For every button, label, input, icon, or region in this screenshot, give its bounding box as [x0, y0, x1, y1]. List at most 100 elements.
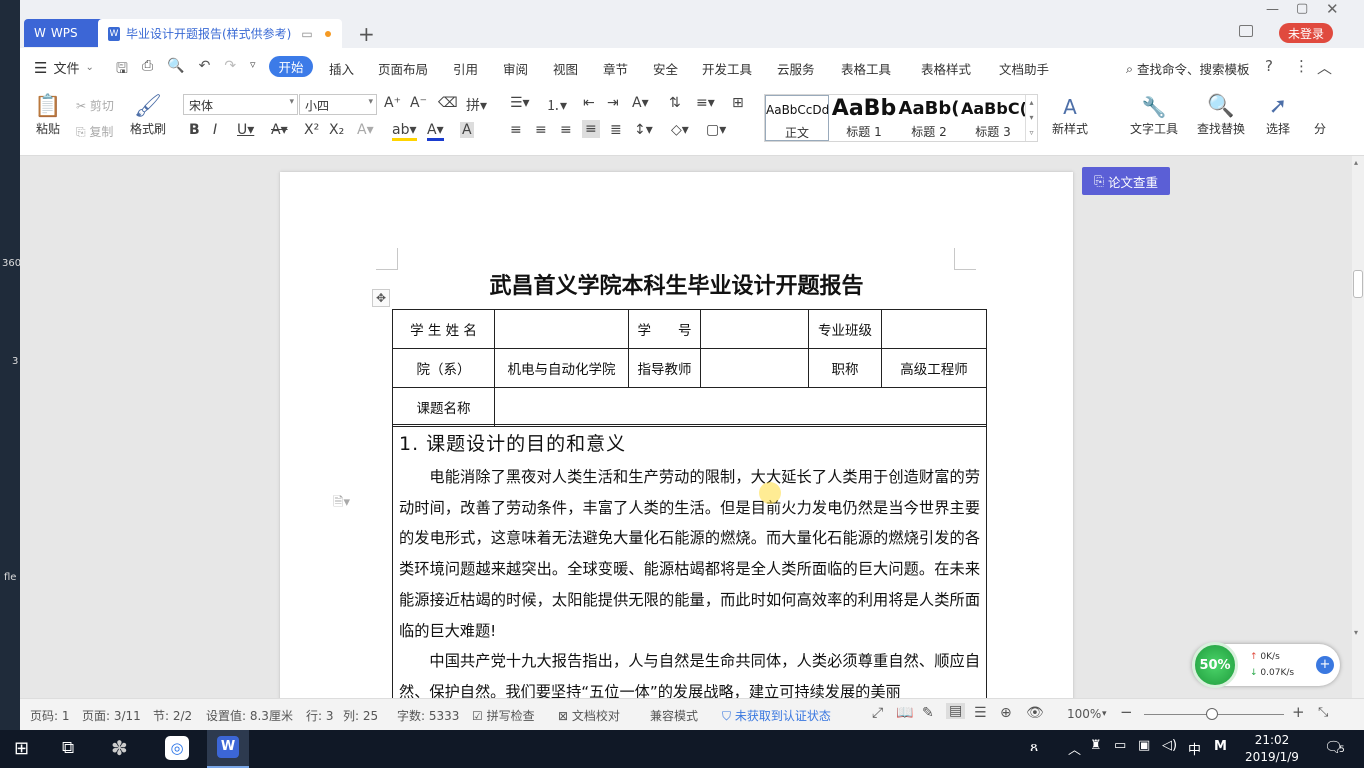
tab-cloud[interactable]: 云服务: [777, 59, 815, 78]
clock[interactable]: 21:02 2019/1/9: [1244, 732, 1300, 766]
volume-icon[interactable]: ◁): [1162, 738, 1177, 753]
paper-check-button[interactable]: ⎘ 论文查重: [1082, 167, 1170, 195]
paste-button[interactable]: 📋 粘贴: [30, 94, 66, 137]
status-page[interactable]: 页面: 3/11: [82, 707, 141, 724]
comment-icon[interactable]: 🗎▾: [333, 493, 350, 515]
screen-icon[interactable]: ▭: [301, 27, 312, 41]
ime-indicator[interactable]: 中: [1188, 739, 1201, 758]
font-color-icon[interactable]: A▾: [427, 122, 444, 141]
zoom-dropdown-icon[interactable]: ▾: [1102, 709, 1107, 719]
align-center-icon[interactable]: ≡: [535, 122, 547, 138]
tab-chapter[interactable]: 章节: [603, 59, 628, 78]
memory-gauge[interactable]: 50%: [1192, 642, 1238, 688]
tab-table-style[interactable]: 表格样式: [921, 59, 971, 78]
tab-page-layout[interactable]: 页面布局: [378, 59, 428, 78]
print-icon[interactable]: ⎙: [142, 58, 153, 82]
section-box[interactable]: 1. 课题设计的目的和意义 电能消除了黑夜对人类生活和生产劳动的限制，大大延长了…: [392, 424, 987, 698]
distribute-icon[interactable]: ≣: [610, 122, 622, 138]
find-replace-button[interactable]: 🔍 查找替换: [1190, 94, 1252, 137]
table-cell[interactable]: [700, 348, 809, 388]
vertical-scrollbar[interactable]: ▴ ▾: [1352, 156, 1364, 698]
increase-indent-icon[interactable]: ⇥: [607, 95, 619, 111]
spell-check-button[interactable]: ☑ 拼写检查: [472, 707, 535, 724]
table-cell[interactable]: 课题名称: [392, 387, 495, 427]
table-cell[interactable]: 职称: [808, 348, 882, 388]
network-speed-widget[interactable]: 50% ↑ 0K/s ↓ 0.07K/s +: [1192, 642, 1340, 688]
tab-insert[interactable]: 插入: [329, 59, 354, 78]
sidebar-toggle-icon[interactable]: [1239, 25, 1253, 37]
border-icon[interactable]: ▢▾: [706, 122, 726, 138]
accelerate-button[interactable]: +: [1316, 656, 1334, 674]
style-heading-2[interactable]: AaBb( 标题 2: [897, 95, 961, 141]
network-icon[interactable]: ▣: [1138, 738, 1150, 753]
table-cell[interactable]: 机电与自动化学院: [494, 348, 629, 388]
tab-home[interactable]: 开始: [269, 56, 313, 77]
auth-status[interactable]: ⛉ 未获取到认证状态: [722, 707, 831, 724]
align-left-icon[interactable]: ≡: [510, 122, 522, 138]
status-word-count[interactable]: 字数: 5333: [397, 707, 459, 724]
line-spacing-icon[interactable]: ↕▾: [634, 122, 653, 138]
document-page[interactable]: 武昌首义学院本科生毕业设计开题报告 ✥ 学 生 姓 名 学 号 专业班级 院（系…: [280, 172, 1073, 698]
table-cell[interactable]: 高级工程师: [881, 348, 987, 388]
grow-font-icon[interactable]: A⁺: [384, 95, 401, 111]
app-pinwheel-icon[interactable]: ✽: [111, 736, 128, 760]
table-cell[interactable]: 院（系）: [392, 348, 495, 388]
chinese-layout-icon[interactable]: A▾: [632, 95, 649, 111]
sort-icon[interactable]: ⇅: [669, 95, 681, 111]
zoom-slider-handle[interactable]: [1206, 708, 1218, 720]
bold-icon[interactable]: B: [189, 122, 200, 138]
collapse-ribbon-icon[interactable]: ︿: [1317, 57, 1332, 78]
login-button[interactable]: 未登录: [1279, 23, 1333, 43]
char-shading-icon[interactable]: A: [460, 122, 474, 138]
scrollbar-thumb[interactable]: [1353, 270, 1363, 298]
underline-icon[interactable]: U▾: [237, 122, 254, 138]
table-grid-icon[interactable]: ⊞: [732, 95, 744, 111]
shrink-font-icon[interactable]: A⁻: [410, 95, 427, 111]
start-icon[interactable]: ⊞: [14, 738, 29, 759]
more-icon[interactable]: ⋮: [1294, 57, 1309, 75]
tab-developer[interactable]: 开发工具: [702, 59, 752, 78]
table-cell[interactable]: 学 生 姓 名: [392, 309, 495, 349]
table-cell[interactable]: 专业班级: [808, 309, 882, 349]
new-tab-button[interactable]: +: [358, 22, 375, 46]
outline-view-icon[interactable]: ☰: [974, 705, 987, 721]
bullet-list-icon[interactable]: ☰▾: [510, 95, 530, 111]
new-style-button[interactable]: A 新样式: [1045, 94, 1095, 137]
superscript-icon[interactable]: X²: [304, 122, 319, 138]
text-tools-button[interactable]: 🔧 文字工具: [1124, 94, 1184, 137]
table-cell[interactable]: [494, 309, 629, 349]
decrease-indent-icon[interactable]: ⇤: [583, 95, 595, 111]
document-workspace[interactable]: 武昌首义学院本科生毕业设计开题报告 ✥ 学 生 姓 名 学 号 专业班级 院（系…: [20, 156, 1352, 698]
tab-view[interactable]: 视图: [553, 59, 578, 78]
web-view-icon[interactable]: ⊕: [1000, 705, 1012, 721]
fit-page-icon[interactable]: ⤡: [1318, 705, 1328, 720]
font-size-select[interactable]: 小四: [299, 94, 377, 115]
tab-doc-assistant[interactable]: 文档助手: [999, 59, 1049, 78]
clear-format-icon[interactable]: ⌫: [438, 95, 458, 111]
style-scroll-icon[interactable]: ▴ ▾ ▿: [1025, 95, 1037, 141]
style-normal[interactable]: AaBbCcDd 正文: [765, 95, 829, 141]
maximize-button[interactable]: ▢: [1296, 1, 1308, 16]
justify-icon[interactable]: ≡: [582, 120, 600, 138]
help-icon[interactable]: ?: [1265, 57, 1273, 75]
file-menu[interactable]: ☰ 文件 ⌄: [34, 58, 94, 78]
minimize-button[interactable]: —: [1266, 2, 1279, 17]
reading-mode-icon[interactable]: 📖: [896, 705, 913, 721]
fullscreen-icon[interactable]: ⤢: [872, 705, 883, 721]
user-icon[interactable]: ጸ: [1030, 739, 1038, 755]
line-spacing-menu-icon[interactable]: ≡▾: [696, 95, 715, 111]
table-cell[interactable]: [700, 309, 809, 349]
tab-review[interactable]: 审阅: [503, 59, 528, 78]
command-search[interactable]: ⌕ 查找命令、搜索模板: [1126, 59, 1250, 78]
copy-button[interactable]: ⎘ 复制: [76, 123, 113, 140]
customize-icon[interactable]: ▿: [250, 58, 256, 82]
highlight-icon[interactable]: ab▾: [392, 122, 417, 141]
zoom-level[interactable]: 100%: [1067, 707, 1101, 721]
tab-references[interactable]: 引用: [453, 59, 478, 78]
style-heading-1[interactable]: AaBb 标题 1: [831, 95, 897, 141]
style-heading-3[interactable]: AaBbC( 标题 3: [961, 95, 1025, 141]
zoom-out-icon[interactable]: −: [1120, 703, 1133, 721]
task-view-icon[interactable]: ⧉: [62, 738, 74, 758]
wps-taskbar-item[interactable]: W: [207, 730, 249, 768]
redo-icon[interactable]: ↷: [224, 58, 236, 82]
